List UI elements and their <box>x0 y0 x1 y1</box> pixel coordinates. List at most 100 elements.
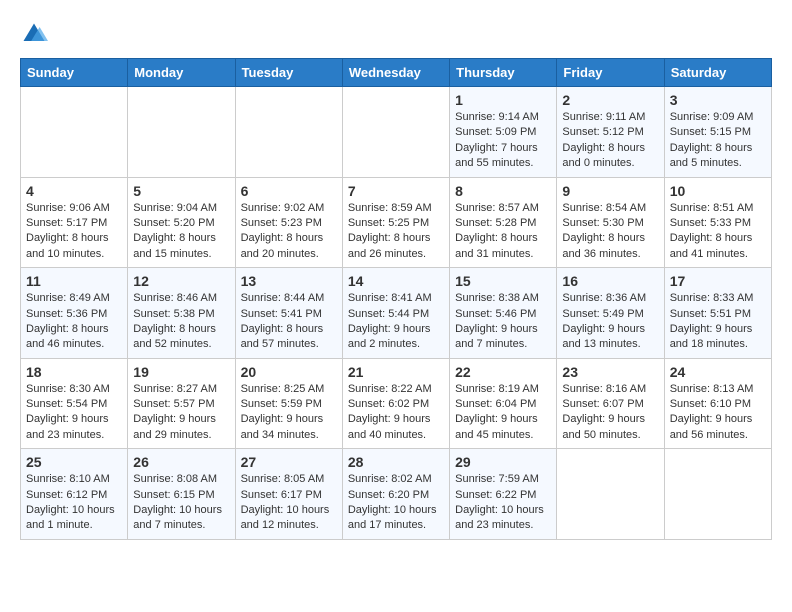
day-number: 16 <box>562 273 658 289</box>
day-number: 8 <box>455 183 551 199</box>
calendar-cell: 8Sunrise: 8:57 AM Sunset: 5:28 PM Daylig… <box>450 177 557 268</box>
day-number: 11 <box>26 273 122 289</box>
calendar-cell <box>128 87 235 178</box>
header-row: SundayMondayTuesdayWednesdayThursdayFrid… <box>21 59 772 87</box>
day-info: Sunrise: 8:36 AM Sunset: 5:49 PM Dayligh… <box>562 291 658 353</box>
day-number: 2 <box>562 92 658 108</box>
header-day-monday: Monday <box>128 59 235 87</box>
calendar-cell: 27 Sunrise: 8:05 AM Sunset: 6:17 PM Dayli… <box>235 449 342 540</box>
day-info: Sunrise: 8:22 AM Sunset: 6:02 PM Dayligh… <box>348 382 444 444</box>
day-info: Sunrise: 8:41 AM Sunset: 5:44 PM Dayligh… <box>348 291 444 353</box>
calendar-cell: 25 Sunrise: 8:10 AM Sunset: 6:12 PM Dayli… <box>21 449 128 540</box>
day-info: Sunrise: 8:05 AM Sunset: 6:17 PM Dayligh… <box>241 472 337 534</box>
week-row-1: 1 Sunrise: 9:14 AM Sunset: 5:09 PM Daylig… <box>21 87 772 178</box>
calendar-cell: 13 Sunrise: 8:44 AM Sunset: 5:41 PM Dayli… <box>235 268 342 359</box>
calendar-cell: 19 Sunrise: 8:27 AM Sunset: 5:57 PM Dayli… <box>128 358 235 449</box>
day-info: Sunrise: 8:59 AM Sunset: 5:25 PM Dayligh… <box>348 201 444 263</box>
header-day-wednesday: Wednesday <box>342 59 449 87</box>
calendar-cell: 1 Sunrise: 9:14 AM Sunset: 5:09 PM Daylig… <box>450 87 557 178</box>
calendar-cell: 10Sunrise: 8:51 AM Sunset: 5:33 PM Dayli… <box>664 177 771 268</box>
calendar-cell: 11Sunrise: 8:49 AM Sunset: 5:36 PM Dayli… <box>21 268 128 359</box>
day-info: Sunrise: 8:16 AM Sunset: 6:07 PM Dayligh… <box>562 382 658 444</box>
day-number: 12 <box>133 273 229 289</box>
day-info: Sunrise: 8:13 AM Sunset: 6:10 PM Dayligh… <box>670 382 766 444</box>
day-number: 5 <box>133 183 229 199</box>
day-number: 21 <box>348 364 444 380</box>
day-number: 7 <box>348 183 444 199</box>
calendar-cell: 15 Sunrise: 8:38 AM Sunset: 5:46 PM Dayli… <box>450 268 557 359</box>
calendar-cell: 14 Sunrise: 8:41 AM Sunset: 5:44 PM Dayli… <box>342 268 449 359</box>
calendar-cell: 5 Sunrise: 9:04 AM Sunset: 5:20 PM Daylig… <box>128 177 235 268</box>
day-info: Sunrise: 9:09 AM Sunset: 5:15 PM Dayligh… <box>670 110 766 172</box>
calendar-cell: 23 Sunrise: 8:16 AM Sunset: 6:07 PM Dayli… <box>557 358 664 449</box>
day-info: Sunrise: 9:14 AM Sunset: 5:09 PM Dayligh… <box>455 110 551 172</box>
calendar-cell: 4 Sunrise: 9:06 AM Sunset: 5:17 PM Daylig… <box>21 177 128 268</box>
day-info: Sunrise: 8:38 AM Sunset: 5:46 PM Dayligh… <box>455 291 551 353</box>
calendar-cell <box>557 449 664 540</box>
calendar-cell: 3 Sunrise: 9:09 AM Sunset: 5:15 PM Daylig… <box>664 87 771 178</box>
calendar-cell <box>21 87 128 178</box>
calendar-cell: 9 Sunrise: 8:54 AM Sunset: 5:30 PM Daylig… <box>557 177 664 268</box>
day-info: Sunrise: 8:10 AM Sunset: 6:12 PM Dayligh… <box>26 472 122 534</box>
week-row-5: 25 Sunrise: 8:10 AM Sunset: 6:12 PM Dayli… <box>21 449 772 540</box>
calendar-cell: 6 Sunrise: 9:02 AM Sunset: 5:23 PM Daylig… <box>235 177 342 268</box>
day-info: Sunrise: 8:27 AM Sunset: 5:57 PM Dayligh… <box>133 382 229 444</box>
calendar-cell: 20Sunrise: 8:25 AM Sunset: 5:59 PM Dayli… <box>235 358 342 449</box>
day-number: 13 <box>241 273 337 289</box>
day-number: 1 <box>455 92 551 108</box>
day-info: Sunrise: 8:19 AM Sunset: 6:04 PM Dayligh… <box>455 382 551 444</box>
day-number: 6 <box>241 183 337 199</box>
day-number: 24 <box>670 364 766 380</box>
day-number: 9 <box>562 183 658 199</box>
day-number: 15 <box>455 273 551 289</box>
calendar-header: SundayMondayTuesdayWednesdayThursdayFrid… <box>21 59 772 87</box>
day-number: 14 <box>348 273 444 289</box>
header-day-tuesday: Tuesday <box>235 59 342 87</box>
calendar-table: SundayMondayTuesdayWednesdayThursdayFrid… <box>20 58 772 540</box>
day-number: 17 <box>670 273 766 289</box>
day-info: Sunrise: 8:02 AM Sunset: 6:20 PM Dayligh… <box>348 472 444 534</box>
calendar-cell: 16 Sunrise: 8:36 AM Sunset: 5:49 PM Dayli… <box>557 268 664 359</box>
calendar-cell: 24 Sunrise: 8:13 AM Sunset: 6:10 PM Dayli… <box>664 358 771 449</box>
day-number: 25 <box>26 454 122 470</box>
logo <box>20 20 54 48</box>
day-number: 23 <box>562 364 658 380</box>
calendar-cell: 7 Sunrise: 8:59 AM Sunset: 5:25 PM Daylig… <box>342 177 449 268</box>
day-info: Sunrise: 9:04 AM Sunset: 5:20 PM Dayligh… <box>133 201 229 263</box>
page-header <box>20 20 772 48</box>
day-info: Sunrise: 8:44 AM Sunset: 5:41 PM Dayligh… <box>241 291 337 353</box>
calendar-cell: 2 Sunrise: 9:11 AM Sunset: 5:12 PM Daylig… <box>557 87 664 178</box>
week-row-2: 4 Sunrise: 9:06 AM Sunset: 5:17 PM Daylig… <box>21 177 772 268</box>
calendar-cell: 22Sunrise: 8:19 AM Sunset: 6:04 PM Dayli… <box>450 358 557 449</box>
day-info: Sunrise: 8:46 AM Sunset: 5:38 PM Dayligh… <box>133 291 229 353</box>
header-day-sunday: Sunday <box>21 59 128 87</box>
calendar-cell: 12 Sunrise: 8:46 AM Sunset: 5:38 PM Dayli… <box>128 268 235 359</box>
calendar-cell: 21 Sunrise: 8:22 AM Sunset: 6:02 PM Dayli… <box>342 358 449 449</box>
day-number: 29 <box>455 454 551 470</box>
header-day-thursday: Thursday <box>450 59 557 87</box>
day-info: Sunrise: 7:59 AM Sunset: 6:22 PM Dayligh… <box>455 472 551 534</box>
day-number: 20 <box>241 364 337 380</box>
week-row-4: 18 Sunrise: 8:30 AM Sunset: 5:54 PM Dayli… <box>21 358 772 449</box>
day-number: 19 <box>133 364 229 380</box>
calendar-cell <box>235 87 342 178</box>
calendar-cell: 18 Sunrise: 8:30 AM Sunset: 5:54 PM Dayli… <box>21 358 128 449</box>
header-day-saturday: Saturday <box>664 59 771 87</box>
day-number: 4 <box>26 183 122 199</box>
header-day-friday: Friday <box>557 59 664 87</box>
logo-icon <box>20 20 48 48</box>
calendar-cell: 26Sunrise: 8:08 AM Sunset: 6:15 PM Dayli… <box>128 449 235 540</box>
day-number: 28 <box>348 454 444 470</box>
day-info: Sunrise: 8:30 AM Sunset: 5:54 PM Dayligh… <box>26 382 122 444</box>
day-info: Sunrise: 8:33 AM Sunset: 5:51 PM Dayligh… <box>670 291 766 353</box>
day-number: 18 <box>26 364 122 380</box>
day-info: Sunrise: 9:02 AM Sunset: 5:23 PM Dayligh… <box>241 201 337 263</box>
day-info: Sunrise: 9:11 AM Sunset: 5:12 PM Dayligh… <box>562 110 658 172</box>
day-number: 27 <box>241 454 337 470</box>
day-number: 3 <box>670 92 766 108</box>
day-info: Sunrise: 9:06 AM Sunset: 5:17 PM Dayligh… <box>26 201 122 263</box>
calendar-cell <box>664 449 771 540</box>
day-info: Sunrise: 8:54 AM Sunset: 5:30 PM Dayligh… <box>562 201 658 263</box>
day-info: Sunrise: 8:51 AM Sunset: 5:33 PM Dayligh… <box>670 201 766 263</box>
calendar-cell: 28 Sunrise: 8:02 AM Sunset: 6:20 PM Dayli… <box>342 449 449 540</box>
